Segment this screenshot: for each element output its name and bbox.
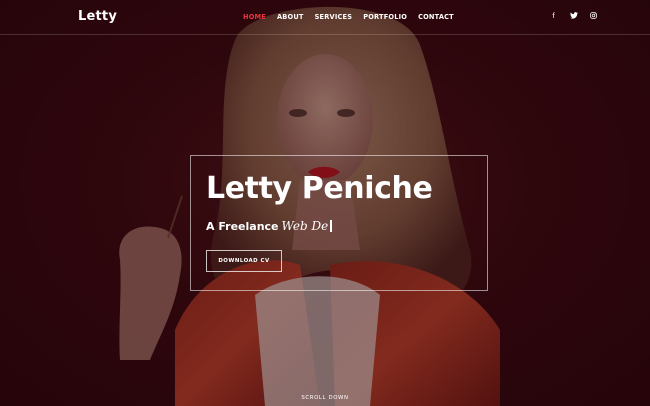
site-header: Letty HOME ABOUT SERVICES PORTFOLIO CONT… [0,0,650,35]
tagline-static-text: A Freelance [206,220,279,233]
site-logo[interactable]: Letty [78,9,117,24]
hero-title: Letty Peniche [206,171,433,206]
download-cv-button[interactable]: DOWNLOAD CV [206,250,282,272]
nav-item-portfolio[interactable]: PORTFOLIO [363,13,407,21]
twitter-icon[interactable] [569,11,578,21]
hero-tagline: A Freelance Web De [206,219,332,233]
hero-intro-box: Letty Peniche A Freelance Web De DOWNLOAD… [190,155,488,291]
main-nav: HOME ABOUT SERVICES PORTFOLIO CONTACT [243,13,454,21]
instagram-icon[interactable] [589,11,598,21]
social-links: f [549,11,598,21]
nav-item-contact[interactable]: CONTACT [418,13,454,21]
typing-cursor [330,220,332,232]
facebook-icon[interactable]: f [549,11,558,21]
nav-item-about[interactable]: ABOUT [277,13,304,21]
tagline-typed-text: Web De [281,219,329,233]
nav-item-services[interactable]: SERVICES [315,13,353,21]
scroll-down-link[interactable]: SCROLL DOWN [0,395,650,401]
nav-item-home[interactable]: HOME [243,13,266,21]
